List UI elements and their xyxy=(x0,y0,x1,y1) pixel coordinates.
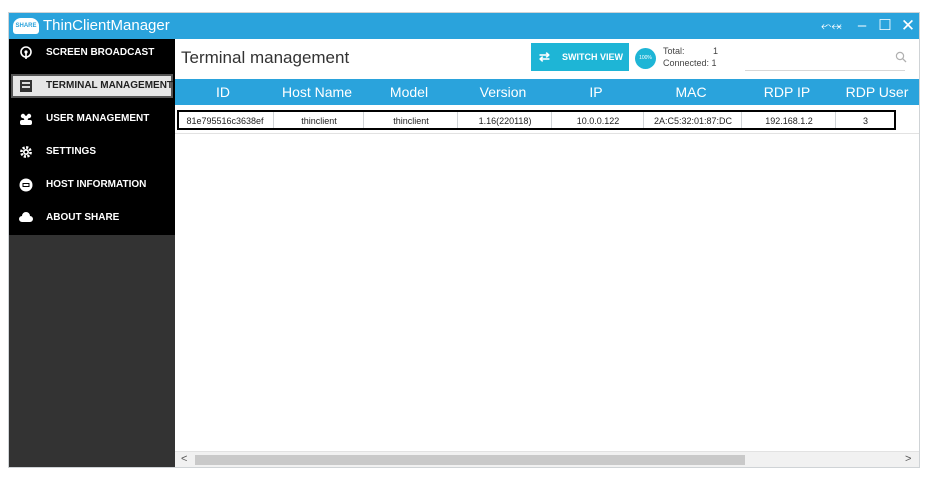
sidebar-item-label: USER MANAGEMENT xyxy=(46,113,150,124)
cell-host-name: thinclient xyxy=(301,116,337,126)
gear-icon xyxy=(20,146,32,158)
cell-id: 81e795516c3638ef xyxy=(186,116,264,126)
cell-ip: 10.0.0.122 xyxy=(576,116,620,126)
cell-mac: 2A:C5:32:01:87:DC xyxy=(653,116,733,126)
sidebar-empty-area xyxy=(9,235,175,467)
row-divider xyxy=(175,133,919,134)
cell-rdp-user: 3 xyxy=(862,116,868,126)
scroll-right-icon[interactable]: > xyxy=(905,453,911,465)
column-header-host-name[interactable]: Host Name xyxy=(273,84,361,100)
column-header-ip[interactable]: IP xyxy=(551,84,641,100)
share-logo-icon: SHARE xyxy=(13,18,39,34)
cell-model: thinclient xyxy=(393,116,429,126)
switch-view-label: SWITCH VIEW xyxy=(562,52,623,62)
column-header-rdp-ip[interactable]: RDP IP xyxy=(741,84,833,100)
host-icon xyxy=(19,178,33,192)
broadcast-icon xyxy=(20,46,32,59)
sidebar-item-label: SETTINGS xyxy=(46,146,97,157)
cell-divider xyxy=(273,112,274,128)
cell-divider xyxy=(835,112,836,128)
connected-label: Connected: 1 xyxy=(663,58,717,68)
users-icon xyxy=(20,113,32,125)
tray-icon[interactable]: ⬿⬾ xyxy=(821,16,842,36)
sidebar-item-label: TERMINAL MANAGEMENT xyxy=(46,80,174,91)
close-button[interactable]: ✕ xyxy=(898,16,918,36)
column-header-model[interactable]: Model xyxy=(363,84,455,100)
column-header-version[interactable]: Version xyxy=(457,84,549,100)
table-header: ID Host Name Model Version IP MAC RDP IP… xyxy=(175,79,919,105)
column-header-mac[interactable]: MAC xyxy=(643,84,739,100)
cell-divider xyxy=(741,112,742,128)
sidebar-item-terminal-management[interactable]: TERMINAL MANAGEMENT xyxy=(9,72,175,100)
scroll-left-icon[interactable]: < xyxy=(181,453,187,465)
sidebar-item-settings[interactable]: SETTINGS xyxy=(9,138,175,166)
maximize-button[interactable]: ☐ xyxy=(875,16,895,36)
table-row[interactable]: 81e795516c3638ef thinclient thinclient 1… xyxy=(177,110,896,130)
app-title: ThinClientManager xyxy=(43,17,170,34)
app-window: SHARE ThinClientManager ⬿⬾ – ☐ ✕ SCREEN … xyxy=(8,12,920,468)
minimize-button[interactable]: – xyxy=(852,16,872,36)
cell-divider xyxy=(457,112,458,128)
sidebar-item-screen-broadcast[interactable]: SCREEN BROADCAST xyxy=(9,39,175,67)
cell-version: 1.16(220118) xyxy=(478,116,532,126)
terminal-icon xyxy=(20,80,32,92)
column-header-id[interactable]: ID xyxy=(175,84,271,100)
logo-text: SHARE xyxy=(15,23,37,29)
page-title: Terminal management xyxy=(181,48,350,67)
sidebar-item-label: HOST INFORMATION xyxy=(46,179,147,190)
sidebar: SCREEN BROADCAST TERMINAL MANAGEMENT USE… xyxy=(9,39,175,467)
search-input[interactable] xyxy=(745,70,905,71)
cell-divider xyxy=(643,112,644,128)
sidebar-item-user-management[interactable]: USER MANAGEMENT xyxy=(9,105,175,133)
search-icon[interactable] xyxy=(895,51,907,63)
sidebar-item-label: ABOUT SHARE xyxy=(46,212,120,223)
connection-rate-badge: 100% xyxy=(635,48,656,69)
horizontal-scrollbar[interactable]: < > xyxy=(175,451,919,467)
title-bar[interactable]: SHARE ThinClientManager ⬿⬾ – ☐ ✕ xyxy=(9,13,919,39)
cell-divider xyxy=(363,112,364,128)
cloud-icon xyxy=(19,212,33,222)
switch-arrows-icon: ⇄ xyxy=(539,49,550,64)
sidebar-item-host-information[interactable]: HOST INFORMATION xyxy=(9,171,175,199)
sidebar-item-label: SCREEN BROADCAST xyxy=(46,47,155,58)
sidebar-item-about-share[interactable]: ABOUT SHARE xyxy=(9,204,175,232)
cell-divider xyxy=(551,112,552,128)
total-label: Total: xyxy=(663,46,685,56)
total-value: 1 xyxy=(713,46,719,56)
switch-view-button[interactable]: ⇄ SWITCH VIEW xyxy=(531,43,629,71)
cell-rdp-ip: 192.168.1.2 xyxy=(765,116,813,126)
scrollbar-thumb[interactable] xyxy=(195,455,745,465)
column-header-rdp-user[interactable]: RDP User xyxy=(835,84,919,100)
